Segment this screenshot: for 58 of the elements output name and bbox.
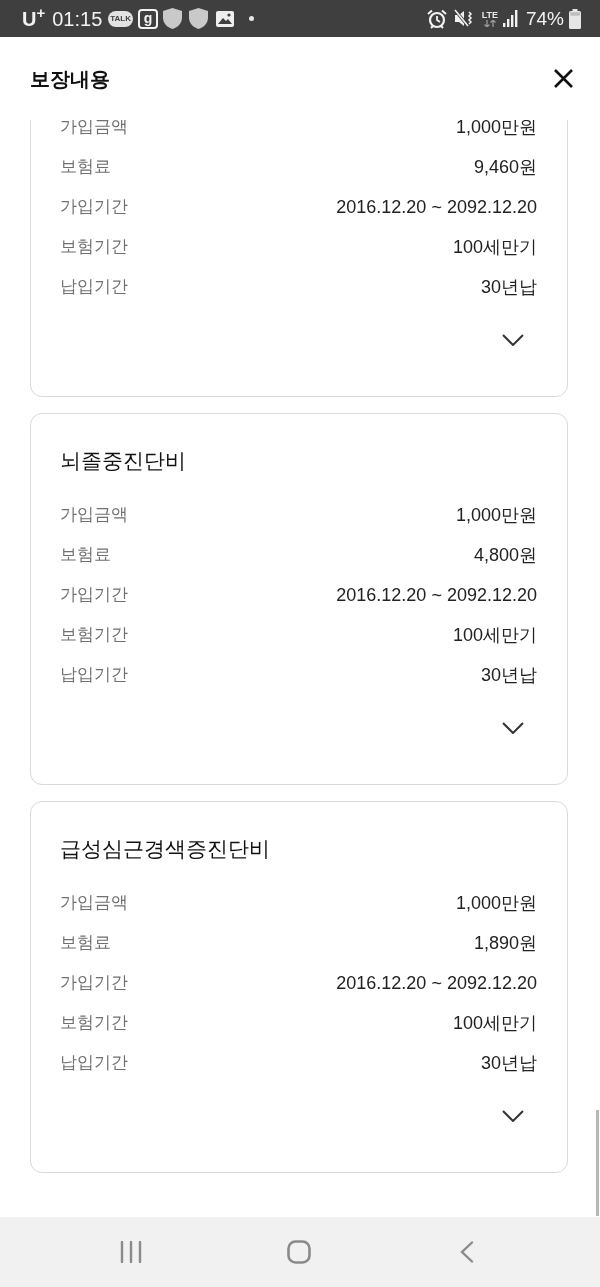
image-icon [216, 10, 234, 27]
row-label: 납입기간 [60, 664, 128, 687]
row-label: 가입기간 [60, 196, 128, 219]
row-label: 가입금액 [60, 120, 128, 139]
row-label: 보험기간 [60, 624, 128, 647]
row-label: 납입기간 [60, 276, 128, 299]
back-icon [460, 1241, 474, 1263]
row-label: 납입기간 [60, 1052, 128, 1075]
close-button[interactable] [554, 69, 573, 88]
battery-percent: 74% [525, 9, 564, 28]
row-value: 2016.12.20 ~ 2092.12.20 [336, 971, 537, 995]
row-value: 30년납 [480, 663, 537, 687]
talk-bubble: TALK [108, 10, 133, 27]
row-label: 가입기간 [60, 972, 128, 995]
network-type-label: LTE [481, 10, 498, 20]
carrier-label: U$^{+}$ [22, 8, 46, 29]
shield-icon [163, 8, 182, 29]
letter-badge: g [138, 8, 158, 29]
battery-icon [569, 8, 581, 29]
alarm-clock-icon [426, 8, 447, 29]
row-value: 100세만기 [452, 235, 537, 259]
row-label: 가입금액 [60, 504, 128, 527]
home-icon [287, 1240, 311, 1264]
row-value: 1,000만원 [455, 503, 537, 527]
row-value: 4,800원 [473, 543, 537, 567]
recent-apps-button[interactable] [120, 1241, 142, 1263]
row-value: 30년납 [480, 275, 537, 299]
home-button[interactable] [287, 1240, 311, 1264]
row-value: 1,890원 [473, 931, 537, 955]
row-value: 100세만기 [452, 1011, 537, 1035]
back-button[interactable] [460, 1241, 474, 1263]
data-arrows-icon [483, 20, 496, 27]
row-label: 보험료 [60, 544, 111, 567]
notification-dot-icon [249, 16, 254, 21]
row-value: 2016.12.20 ~ 2092.12.20 [336, 583, 537, 607]
signal-bars-icon [502, 10, 518, 27]
row-value: 1,000만원 [455, 891, 537, 915]
row-value: 2016.12.20 ~ 2092.12.20 [336, 195, 537, 219]
row-label: 보험기간 [60, 1012, 128, 1035]
row-label: 보험료 [60, 932, 111, 955]
close-icon [554, 69, 573, 88]
shield-icon [189, 8, 208, 29]
page-title: 보장내용 [30, 66, 110, 92]
row-label: 보험료 [60, 156, 111, 179]
row-label: 보험기간 [60, 236, 128, 259]
row-value: 30년납 [480, 1051, 537, 1075]
row-value: 100세만기 [452, 623, 537, 647]
row-value: 9,460원 [473, 155, 537, 179]
row-label: 가입금액 [60, 892, 128, 915]
clock-time: 01:15 [52, 8, 103, 29]
muted-speaker-icon [453, 9, 473, 28]
chevron-down-icon [502, 1110, 524, 1122]
recent-apps-icon [120, 1241, 142, 1263]
chevron-down-icon [502, 722, 524, 734]
coverage-title: 뇌졸중진단비 [60, 448, 187, 474]
chevron-down-icon [502, 334, 524, 346]
row-label: 가입기간 [60, 584, 128, 607]
coverage-title: 급성심근경색증진단비 [60, 836, 271, 862]
